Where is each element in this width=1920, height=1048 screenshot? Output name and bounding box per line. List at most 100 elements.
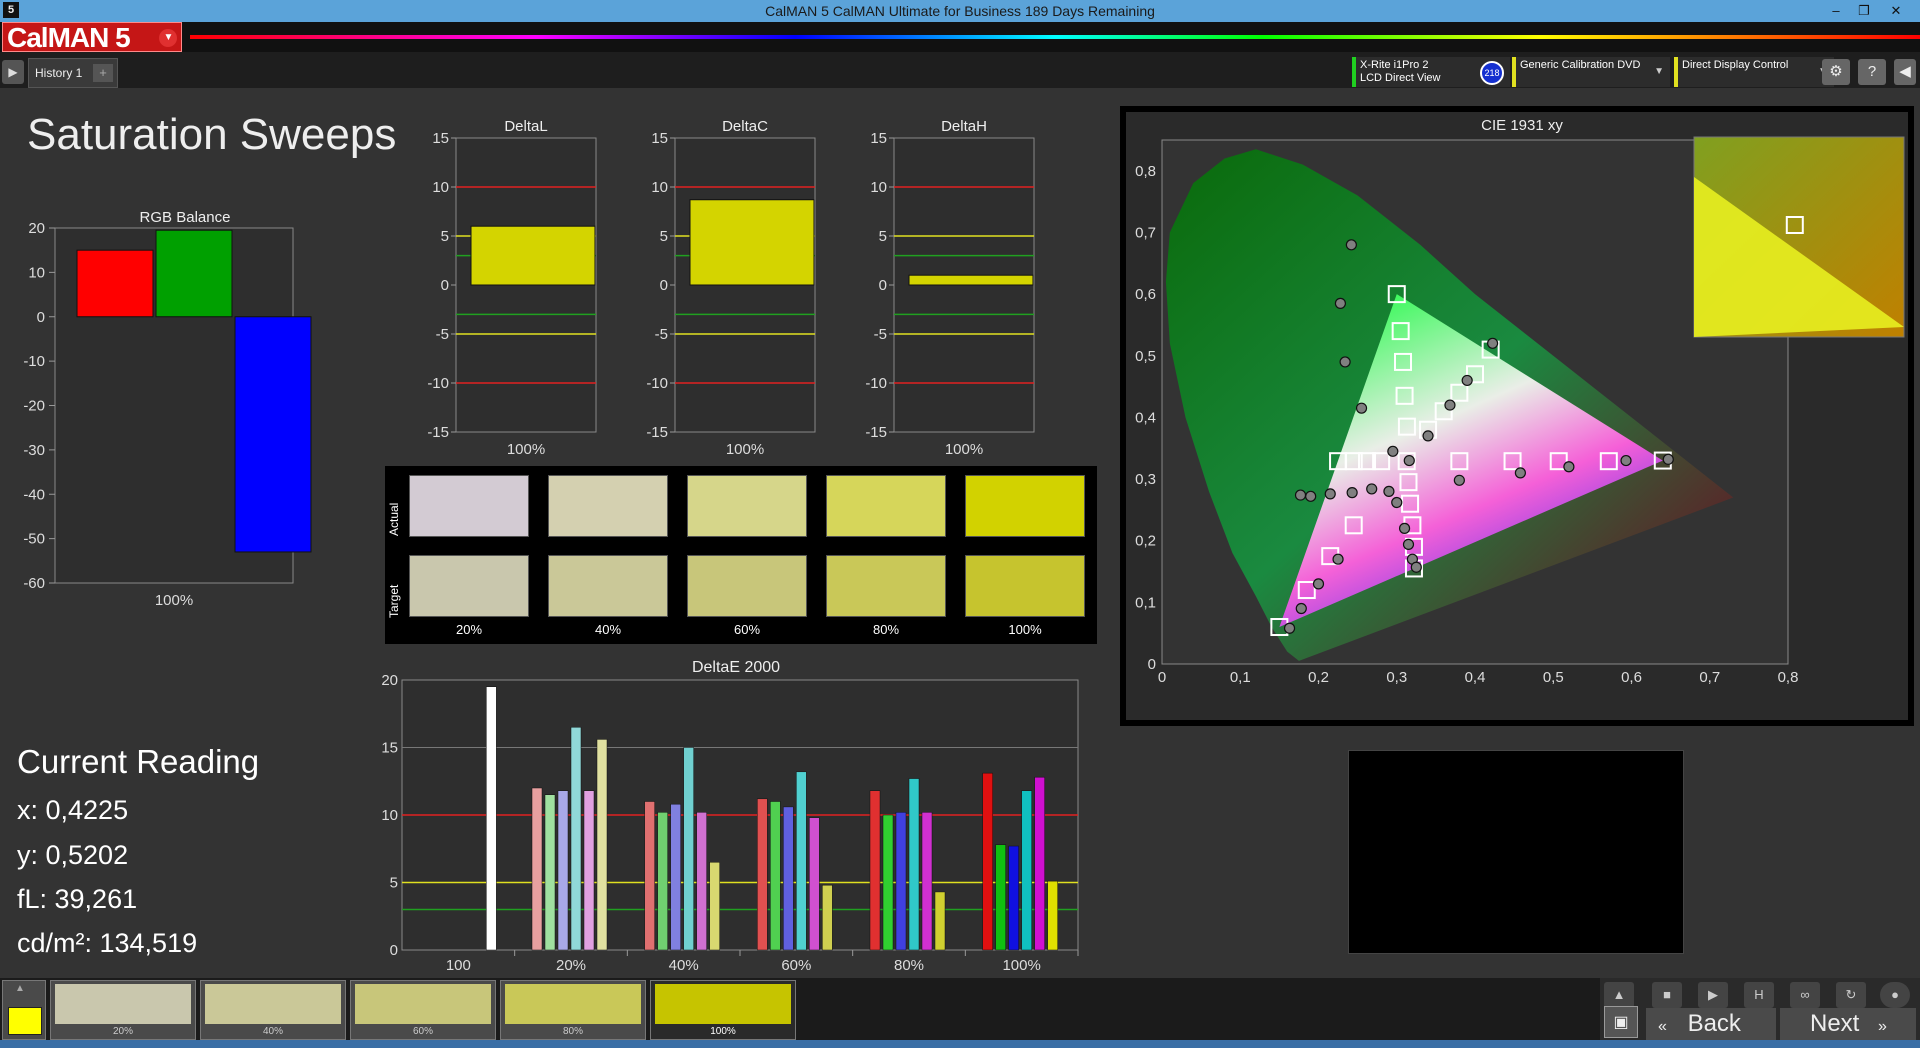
current-color-tile[interactable]: ▲ [2,980,46,1040]
deltae-bar [683,747,694,951]
x-tick-label: 100% [1002,957,1040,974]
calman-logo-menu[interactable]: CalMAN 5 ▼ [2,22,182,53]
source-selector[interactable]: Generic Calibration DVD ▼ [1512,57,1670,87]
window-titlebar: 5 CalMAN 5 CalMAN Ultimate for Business … [0,0,1920,22]
x-tick-label: 0,7 [1699,669,1720,686]
bottom-swatch-1[interactable]: 20% [50,980,196,1040]
y-tick-label: 0,7 [1135,224,1156,241]
swatch-color [655,984,791,1024]
y-tick-label: 20 [28,220,45,237]
chevron-down-icon: ▼ [1654,66,1664,77]
x-tick-label: 0 [1158,669,1166,686]
measured-point [1403,454,1415,467]
delta-title: DeltaC [722,118,768,135]
x-tick-label: 0,5 [1543,669,1564,686]
cie-chart: CIE 1931 xy 0 0,1 0,2 0,3 0,4 0,5 0,6 0,7 0,8 0,8… [1126,112,1908,720]
minimize-icon[interactable]: – [1822,0,1850,22]
reading-y: y: 0,5202 [17,840,129,870]
y-tick-label: 10 [381,807,398,824]
stop-square-icon[interactable]: ▣ [1604,1006,1638,1038]
y-tick-label: -40 [23,486,45,503]
deltae-bar [1047,880,1058,951]
tab-history-1[interactable]: History 1 + [28,58,118,88]
x-tick-label: 0,6 [1621,669,1642,686]
delta-bar [470,225,596,286]
swatch-label: 60% [733,622,761,637]
measured-point [1346,487,1358,499]
reading-fl: fL: 39,261 [17,884,138,914]
y-tick-label: 10 [432,179,449,196]
swatch-color [505,984,641,1024]
next-button[interactable]: Next » [1780,1008,1916,1040]
bottom-swatch-4[interactable]: 80% [500,980,646,1040]
logo-text: CalMAN 5 [7,22,131,53]
display-selector[interactable]: Direct Display Control ▼ [1674,57,1834,87]
deltae-bar [982,772,993,951]
measured-point [1487,337,1499,349]
x-tick-label: 0,4 [1465,669,1486,686]
y-tick-label: -30 [23,442,45,459]
y-tick-label: 15 [651,130,668,147]
y-tick-label: -60 [23,575,45,592]
deltae-bar [757,798,768,951]
loop-icon[interactable]: ∞ [1790,982,1820,1008]
measured-point [1391,496,1403,509]
gear-icon[interactable]: ⚙ [1822,59,1850,85]
swatch-target [409,555,529,617]
double-chevron-right-icon: » [1878,1018,1887,1035]
measured-point [1294,489,1307,501]
stop-icon[interactable]: ■ [1652,982,1682,1008]
meter-badge[interactable]: 218 [1480,61,1504,85]
delta-plots: DeltaL 15 10 5 0 -5 -10 -15 100% DeltaC 15 10 5 0 -5 -1… [427,118,1035,454]
chevron-down-icon: ▼ [159,29,177,47]
add-tab-icon[interactable]: + [93,64,113,82]
actual-label: Actual [387,502,401,536]
play-icon[interactable]: ▶ [2,60,24,84]
x-label: 100% [155,592,193,609]
restore-icon[interactable]: ❐ [1850,0,1878,22]
y-tick-label: 5 [879,228,887,245]
chevron-up-icon[interactable]: ▲ [1604,982,1634,1008]
back-button[interactable]: « Back [1646,1008,1776,1040]
measured-point [1398,522,1411,534]
bottom-swatch-3[interactable]: 60% [350,980,496,1040]
deltae-bar [822,884,833,951]
deltae-bar [557,790,569,951]
deltae-bar [696,812,707,951]
close-icon[interactable]: ✕ [1882,0,1910,22]
deltae-bar [644,801,655,951]
taskbar [0,1040,1920,1048]
measured-point [1453,474,1465,486]
y-tick-label: -20 [23,398,45,415]
play-icon[interactable]: ▶ [1698,982,1728,1008]
x-tick-label: 80% [894,957,924,974]
refresh-icon[interactable]: ↻ [1836,982,1866,1008]
swatch-label: 40% [262,1026,283,1037]
measured-point [1410,561,1422,573]
swatch-color [205,984,341,1024]
measured-point [1312,578,1325,590]
delta-title: DeltaL [504,118,547,135]
y-tick-label: 5 [441,228,449,245]
record-icon[interactable]: ● [1880,982,1910,1008]
help-icon[interactable]: ? [1858,59,1886,85]
x-tick-label: 0,1 [1230,669,1251,686]
deltae-bar [770,801,781,951]
reading-cdm2: cd/m²: 134,519 [17,928,198,958]
deltae-bar [709,862,720,951]
y-tick-label: -5 [436,326,449,343]
deltae-bar [1021,790,1032,951]
y-tick-label: -50 [23,531,45,548]
bottom-swatch-2[interactable]: 40% [200,980,346,1040]
collapse-icon[interactable]: ◀ [1894,59,1916,85]
deltae-bar [1008,845,1019,951]
y-tick-label: 0 [390,942,398,959]
y-tick-label: 0,4 [1135,409,1156,426]
reading-x: x: 0,4225 [17,795,129,825]
measured-point [1422,430,1434,442]
deltae-bar [934,891,946,951]
tab-label: History 1 [35,66,83,80]
bottom-swatch-5[interactable]: 100% [650,980,796,1040]
hold-icon[interactable]: H [1744,982,1774,1008]
y-tick-label: 0,1 [1135,594,1156,611]
